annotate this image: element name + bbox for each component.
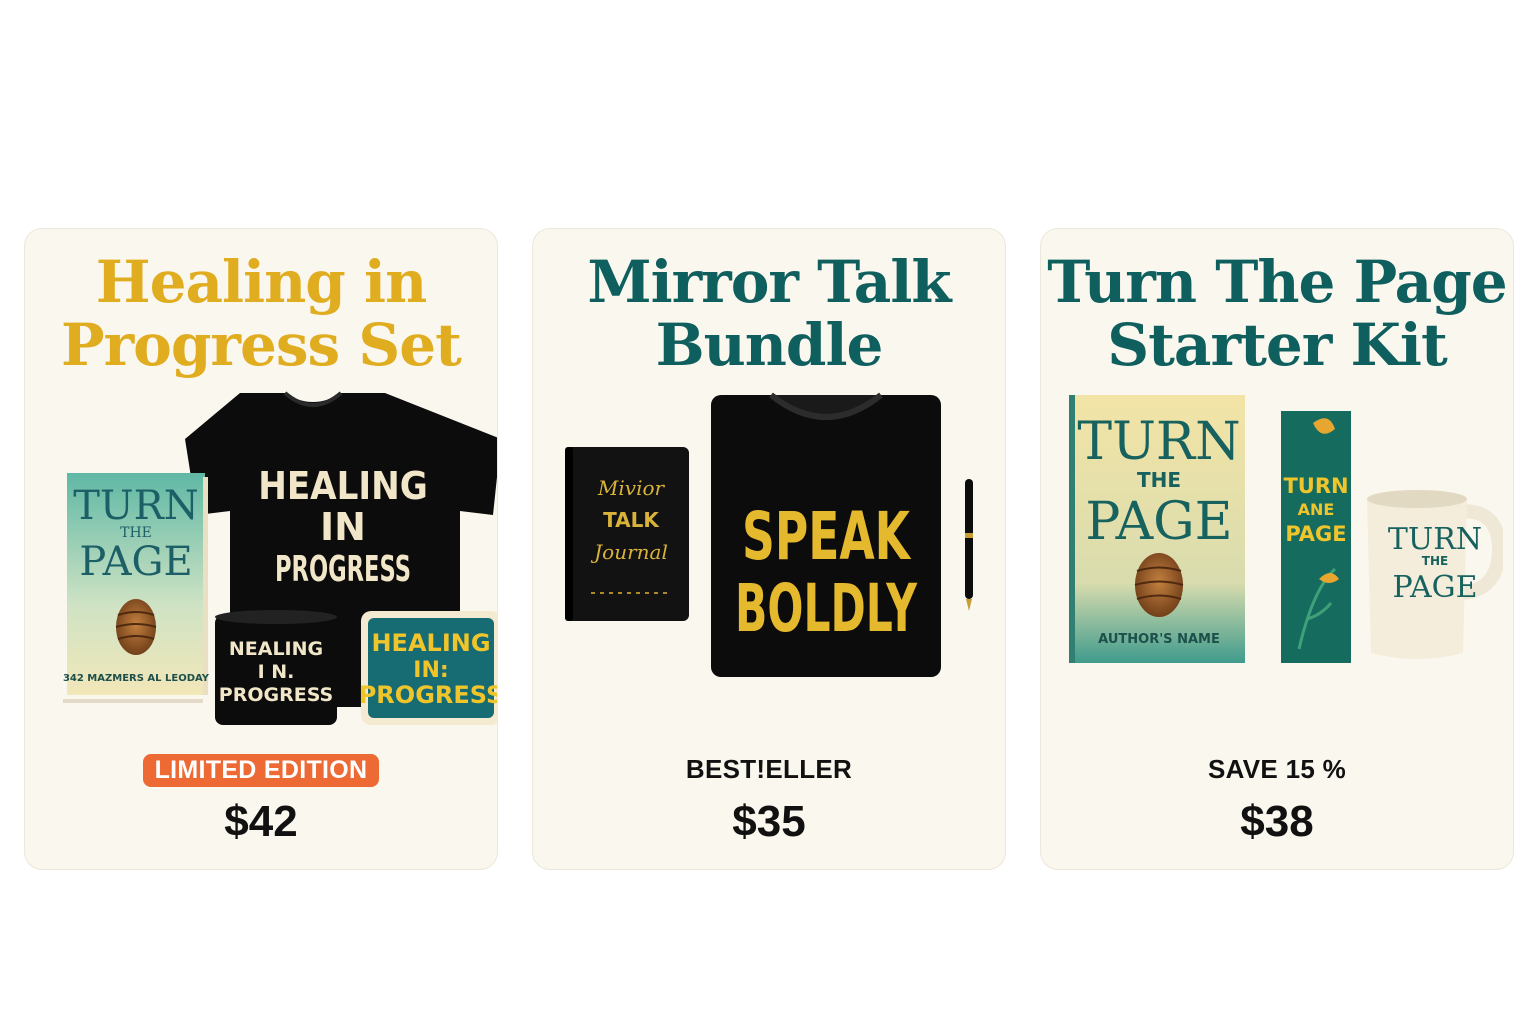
product-title-line1: Healing in	[95, 248, 427, 316]
mug-text-2: THE	[1422, 554, 1448, 568]
journal: Mivior TALK Journal	[565, 447, 689, 621]
tshirt-text-3: PROGRESS	[275, 549, 411, 590]
product-title[interactable]: Mirror Talk Bundle	[533, 251, 1005, 377]
bookmark: TURN ANE PAGE	[1281, 411, 1351, 663]
product-title-line2: Starter Kit	[1107, 311, 1448, 379]
mug-text-3: PAGE	[1393, 570, 1478, 605]
tshirt-text-2: IN	[320, 505, 366, 549]
book: TURN THE PAGE AUTHOR'S NAME	[1069, 395, 1245, 663]
book-turn: TURN	[1077, 412, 1240, 472]
product-price: $42	[224, 797, 298, 846]
product-image[interactable]: Mivior TALK Journal SPEAK BOLDLY	[561, 387, 981, 687]
mug-text-1: NEALING	[229, 638, 323, 660]
bookmark-text-2: ANE	[1298, 500, 1335, 519]
product-image[interactable]: HEALING IN PROGRESS TURN THE PAGE 342 MA…	[55, 387, 498, 747]
journal-text-3: Journal	[590, 540, 668, 564]
product-title-line1: Turn The Page	[1047, 248, 1507, 316]
book: TURN THE PAGE 342 MAZMERS AL LEODAY	[63, 473, 210, 703]
book-the: THE	[1137, 468, 1181, 492]
mug-text-1: TURN	[1388, 522, 1482, 557]
journal-text-1: Mivior	[597, 476, 666, 500]
product-title-line2: Progress Set	[61, 311, 462, 379]
product-card-mirror-talk-bundle[interactable]: Mirror Talk Bundle Mivior TALK Journal S…	[532, 228, 1006, 870]
book-author: AUTHOR'S NAME	[1098, 632, 1220, 647]
journal-text-2: TALK	[603, 508, 660, 532]
bookmark-text-1: TURN	[1283, 474, 1348, 498]
book-page: PAGE	[79, 539, 192, 585]
book-turn: TURN	[73, 483, 199, 529]
discount-badge: SAVE 15 %	[1207, 754, 1347, 784]
tshirt-text-1: SPEAK	[742, 498, 912, 575]
product-title[interactable]: Turn The Page Starter Kit	[1041, 251, 1513, 377]
limited-edition-badge: LIMITED EDITION	[25, 754, 497, 787]
coaster-text-1: HEALING	[371, 629, 490, 657]
product-price: $38	[1240, 797, 1314, 846]
product-price: $35	[732, 797, 806, 846]
mug: TURN THE PAGE	[1367, 490, 1503, 659]
badge-text: LIMITED EDITION	[142, 754, 380, 787]
bookmark-text-3: PAGE	[1285, 522, 1346, 546]
mug-text-3: PROGRESS	[219, 684, 333, 706]
product-image[interactable]: TURN THE PAGE AUTHOR'S NAME TURN ANE PAG…	[1063, 389, 1503, 669]
bestseller-badge: BEST!ELLER	[685, 754, 853, 784]
product-title[interactable]: Healing in Progress Set	[25, 251, 497, 377]
tshirt-text-2: BOLDLY	[735, 570, 918, 647]
product-title-line1: Mirror Talk	[587, 248, 951, 316]
mug-text-2: I N.	[258, 661, 295, 683]
product-title-line2: Bundle	[655, 311, 884, 379]
folded-tshirt: SPEAK BOLDLY	[711, 392, 941, 677]
tshirt-text-1: HEALING	[258, 464, 428, 508]
coaster-text-3: PROGRESS	[359, 681, 498, 709]
pen	[965, 479, 973, 611]
book-author: 342 MAZMERS AL LEODAY	[63, 673, 210, 684]
book-page: PAGE	[1085, 492, 1232, 552]
product-card-healing-in-progress[interactable]: Healing in Progress Set HEALING IN PROGR…	[24, 228, 498, 870]
coaster: HEALING IN: PROGRESS	[359, 611, 498, 725]
product-card-turn-the-page-starter-kit[interactable]: Turn The Page Starter Kit TURN THE PAGE …	[1040, 228, 1514, 870]
coaster-text-2: IN:	[413, 658, 448, 683]
